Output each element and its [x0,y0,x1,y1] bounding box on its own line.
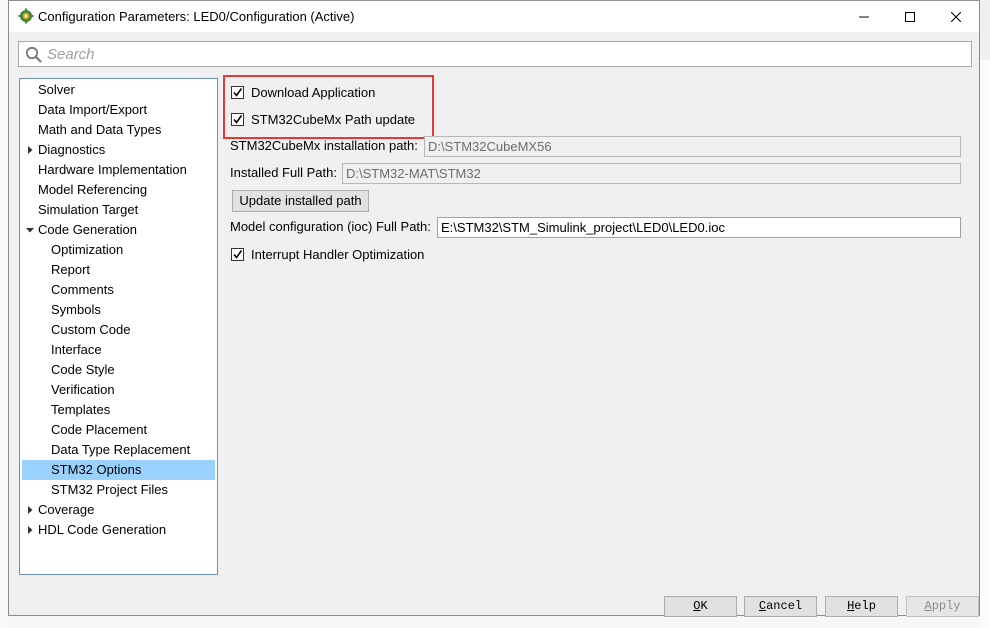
tree-item-label: Math and Data Types [38,122,162,137]
tree-item-label: Model Referencing [38,182,148,197]
cubemx-path-update-label: STM32CubeMx Path update [251,111,416,127]
tree-item-custom-code[interactable]: Custom Code [22,320,215,340]
tree-expanded-icon[interactable] [25,220,35,240]
search-box[interactable] [18,41,972,67]
apply-button[interactable]: Apply [906,596,979,617]
cancel-button[interactable]: Cancel [744,596,817,617]
tree-item-simulation-target[interactable]: Simulation Target [22,200,215,220]
tree-item-stm32-options[interactable]: STM32 Options [22,460,215,480]
tree-item-label: Code Generation [38,222,138,237]
tree-collapsed-icon[interactable] [25,520,35,540]
tree-item-label: Code Style [51,362,115,377]
tree-item-report[interactable]: Report [22,260,215,280]
minimize-icon [859,16,869,17]
tree-item-code-placement[interactable]: Code Placement [22,420,215,440]
tree-item-code-generation[interactable]: Code Generation [22,220,215,240]
model-config-path-label: Model configuration (ioc) Full Path: [230,219,431,234]
tree-item-templates[interactable]: Templates [22,400,215,420]
download-application-label: Download Application [251,84,376,100]
tree-item-hardware-implementation[interactable]: Hardware Implementation [22,160,215,180]
cubemx-install-path-label: STM32CubeMx installation path: [230,138,418,153]
tree-item-hdl-code-generation[interactable]: HDL Code Generation [22,520,215,540]
window-title: Configuration Parameters: LED0/Configura… [38,9,355,24]
tree-item-label: Hardware Implementation [38,162,187,177]
model-config-path-input[interactable]: E:\STM32\STM_Simulink_project\LED0\LED0.… [437,217,961,238]
tree-item-data-import-export[interactable]: Data Import/Export [22,100,215,120]
background-app-right [979,60,990,628]
tree-item-coverage[interactable]: Coverage [22,500,215,520]
help-button[interactable]: Help [825,596,898,617]
tree-item-label: Diagnostics [38,142,106,157]
tree-item-label: Comments [51,282,114,297]
cubemx-path-update-option[interactable]: STM32CubeMx Path update [231,109,415,129]
search-input[interactable] [47,44,947,64]
minimize-button[interactable] [841,1,887,32]
close-button[interactable] [933,1,979,32]
tree-item-code-style[interactable]: Code Style [22,360,215,380]
tree-item-label: Symbols [51,302,101,317]
download-application-option[interactable]: Download Application [231,82,375,102]
tree-item-label: Interface [51,342,102,357]
cubemx-install-path-field: D:\STM32CubeMX56 [424,136,961,157]
close-icon [951,11,961,22]
config-dialog: Configuration Parameters: LED0/Configura… [8,0,980,617]
interrupt-handler-label: Interrupt Handler Optimization [251,246,425,262]
tree-item-optimization[interactable]: Optimization [22,240,215,260]
simulink-gear-icon [18,8,34,24]
checkmark-icon [233,114,243,124]
tree-collapsed-icon[interactable] [25,500,35,520]
tree-item-model-referencing[interactable]: Model Referencing [22,180,215,200]
tree-item-label: Code Placement [51,422,148,437]
tree-item-label: STM32 Options [51,462,142,477]
checkmark-icon [233,87,243,97]
tree-item-label: Report [51,262,91,277]
tree-item-stm32-project-files[interactable]: STM32 Project Files [22,480,215,500]
tree-item-symbols[interactable]: Symbols [22,300,215,320]
maximize-button[interactable] [887,1,933,32]
tree-item-solver[interactable]: Solver [22,80,215,100]
tree-item-label: Data Type Replacement [51,442,191,457]
cubemx-path-update-checkbox[interactable] [231,112,244,126]
tree-item-label: STM32 Project Files [51,482,169,497]
update-installed-path-button[interactable]: Update installed path [232,190,369,212]
checkmark-icon [233,249,243,259]
installed-full-path-field: D:\STM32-MAT\STM32 [342,163,961,184]
tree-item-diagnostics[interactable]: Diagnostics [22,140,215,160]
tree-item-label: Custom Code [51,322,131,337]
tree-item-label: Verification [51,382,115,397]
interrupt-handler-checkbox[interactable] [231,247,244,261]
tree-item-label: HDL Code Generation [38,522,167,537]
tree-item-verification[interactable]: Verification [22,380,215,400]
download-application-checkbox[interactable] [231,85,244,99]
tree-item-label: Coverage [38,502,95,517]
tree-item-comments[interactable]: Comments [22,280,215,300]
tree-item-label: Simulation Target [38,202,139,217]
tree-item-math-and-data-types[interactable]: Math and Data Types [22,120,215,140]
interrupt-handler-option[interactable]: Interrupt Handler Optimization [231,244,424,264]
tree-item-label: Optimization [51,242,124,257]
maximize-icon [905,11,915,22]
installed-full-path-label: Installed Full Path: [230,165,337,180]
tree-collapsed-icon[interactable] [25,140,35,160]
search-icon [25,46,43,67]
background-app-bottom [8,616,980,628]
tree-item-label: Templates [51,402,111,417]
tree-item-interface[interactable]: Interface [22,340,215,360]
tree-item-label: Solver [38,82,75,97]
category-tree[interactable]: Solver Data Import/Export Math and Data Ty… [19,78,218,575]
ok-button[interactable]: OK [664,596,737,617]
tree-item-data-type-replacement[interactable]: Data Type Replacement [22,440,215,460]
tree-item-label: Data Import/Export [38,102,148,117]
title-bar[interactable]: Configuration Parameters: LED0/Configura… [9,1,979,32]
